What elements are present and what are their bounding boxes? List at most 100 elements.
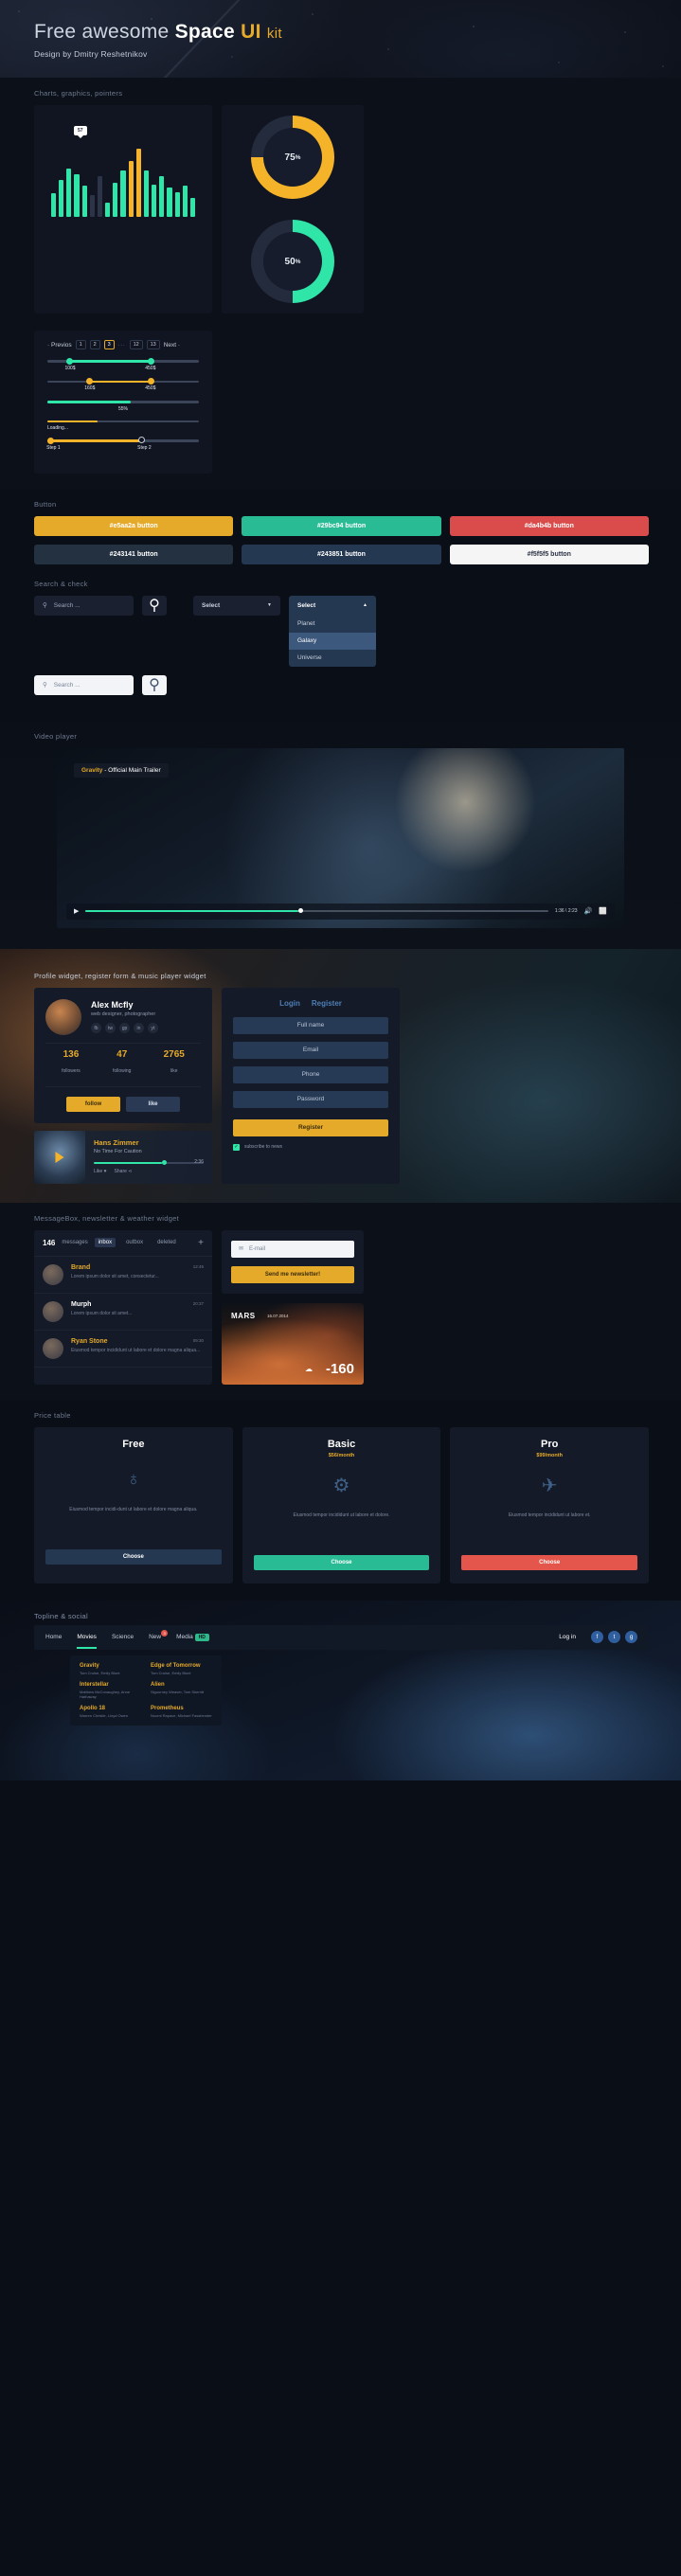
search-button-dark[interactable]: ⚲ [142,595,167,616]
button-4[interactable]: #243141 button [34,544,234,564]
fullscreen-icon[interactable]: ⬜ [599,907,607,915]
select-option-galaxy[interactable]: Galaxy [289,632,376,650]
button-3[interactable]: #da4b4b button [449,515,649,536]
field-password[interactable]: Password [233,1090,388,1108]
social-gp-icon[interactable]: gp [119,1023,130,1033]
dropdown-item[interactable]: Edge of Tomorrow Tom Cruise, Emily Blunt [151,1663,212,1675]
dropdown-item[interactable]: Gravity Tom Cruise, Emily Blunt [80,1663,141,1675]
page-12[interactable]: 12 [129,340,143,349]
search-input-light[interactable]: ⚲ Search ... [34,674,134,695]
tab-outbox[interactable]: outbox [122,1238,147,1247]
tab-login[interactable]: Login [279,999,300,1008]
choose-button[interactable]: Choose [45,1548,222,1565]
weather-temperature: -160 [325,1360,354,1377]
stat-likes: 2765 like [163,1048,185,1074]
range-slider-teal[interactable]: 100$ 450$ [47,357,199,372]
profile-social-links[interactable]: fb tw gp in yt [91,1023,158,1033]
donut-50-label: 50% [263,232,322,291]
tab-inbox[interactable]: inbox [94,1238,116,1247]
search-button-light[interactable]: ⚲ [142,674,167,695]
social-in-icon[interactable]: in [134,1023,144,1033]
message-item[interactable]: Murph Lorem ipsum dolor sit amet... 20:37 [34,1294,212,1331]
plus-icon[interactable]: + [198,1238,204,1248]
select-option-planet[interactable]: Planet [289,616,376,633]
social-links[interactable]: f t g [591,1631,637,1643]
dropdown-item[interactable]: Apollo 18 Warren Christie, Lloyd Owen [80,1706,141,1718]
movies-dropdown-menu[interactable]: Gravity Tom Cruise, Emily Blunt Edge of To… [70,1655,222,1726]
range-knob-right[interactable] [148,357,155,365]
music-share[interactable]: Share ⋖ [115,1169,133,1174]
social-tw-icon[interactable]: tw [105,1023,116,1033]
video-section-label: Video player [34,731,78,741]
range-yellow-knob-right[interactable] [148,378,155,385]
volume-icon[interactable]: 🔊 [584,907,593,915]
avatar [45,998,81,1035]
twitter-icon[interactable]: t [608,1631,620,1643]
nav-home[interactable]: Home [45,1634,62,1640]
choose-button[interactable]: Choose [253,1554,430,1570]
facebook-icon[interactable]: f [591,1631,603,1643]
choose-button[interactable]: Choose [461,1554,638,1570]
bar-6 [89,195,95,217]
select-option-universe[interactable]: Universe [289,650,376,667]
tab-deleted[interactable]: deleted [153,1238,180,1247]
music-player-widget[interactable]: Hans Zimmer No Time For Caution Like ♥ S… [34,1130,212,1184]
page-13[interactable]: 13 [146,340,160,349]
search-input-dark[interactable]: ⚲ Search ... [34,595,134,616]
nav-media[interactable]: Media HD [176,1634,209,1641]
video-controls[interactable]: ▶ 1:36 \ 2:23 🔊 ⬜ [66,903,615,920]
nav-science[interactable]: Science [112,1634,134,1640]
button-5[interactable]: #243851 button [242,544,441,564]
range-slider-yellow[interactable]: 160$ 450$ [47,378,199,393]
video-player[interactable]: Gravity - Official Main Trailer ▶ 1:36 \… [57,747,624,928]
field-email[interactable]: Email [233,1041,388,1059]
range-yellow-knob-left[interactable] [85,378,93,385]
subscribe-checkbox-row[interactable]: ✓ subscribe to news [233,1143,388,1151]
dropdown-item[interactable]: Interstellar Matthew McConaughey, Anne Ha… [80,1682,141,1699]
nav-new[interactable]: New 3 [149,1630,169,1640]
register-submit-button[interactable]: Register [233,1118,388,1136]
select-open[interactable]: Select ▲ Planet Galaxy Universe [289,595,376,667]
dropdown-item[interactable]: Alien Sigourney Weaver, Tom Skerritt [151,1682,212,1699]
page-3-active[interactable]: 3 [103,340,115,349]
like-button[interactable]: like [126,1096,180,1112]
dropdown-item[interactable]: Prometheus Noomi Rapace, Michael Fassbend… [151,1706,212,1718]
send-newsletter-button[interactable]: Send me newsletter! [231,1265,354,1283]
button-2[interactable]: #29bc94 button [242,515,441,536]
range-knob-left[interactable] [66,357,73,365]
nav-movies[interactable]: Movies [77,1634,97,1649]
video-scrubber[interactable] [298,908,304,914]
pagination-next[interactable]: Next · [164,342,180,349]
music-time: 2:36 [194,1158,204,1165]
video-progress[interactable] [85,908,548,914]
social-yt-icon[interactable]: yt [148,1023,158,1033]
select-open-header[interactable]: Select ▲ [289,596,376,616]
field-phone[interactable]: Phone [233,1065,388,1083]
play-icon[interactable] [55,1151,64,1163]
music-like[interactable]: Like ♥ [94,1169,107,1174]
googleplus-icon[interactable]: g [625,1631,637,1643]
select-closed[interactable]: Select ▼ [193,595,280,616]
login-link[interactable]: Log in [559,1634,576,1640]
music-progress[interactable] [94,1160,204,1165]
button-6[interactable]: #f5f5f5 button [449,544,649,564]
page-2[interactable]: 2 [89,340,100,349]
pagination-prev[interactable]: · Previos [47,342,72,349]
message-item[interactable]: Brand Lorem ipsum dolor sit amet, consect… [34,1257,212,1294]
page-1[interactable]: 1 [75,340,86,349]
pagination[interactable]: · Previos 1 2 3 ... 12 13 Next · [47,340,199,349]
step-knob-2[interactable] [138,437,145,444]
follow-button[interactable]: follow [66,1096,120,1112]
email-field[interactable]: ✉ E-mail [231,1240,354,1258]
message-item[interactable]: Ryan Stone Eiusmod tempor incididunt ut l… [34,1331,212,1368]
tab-register[interactable]: Register [312,999,342,1008]
movie-title: Apollo 18 [80,1705,106,1711]
step-knob-1[interactable] [47,437,54,444]
step-slider[interactable]: Step 1 Step 2 [46,437,199,452]
price-title: Free [122,1438,145,1450]
button-1[interactable]: #e5aa2a button [34,515,234,536]
checkbox-checked-icon[interactable]: ✓ [233,1143,240,1151]
social-fb-icon[interactable]: fb [91,1023,101,1033]
play-icon[interactable]: ▶ [74,907,79,915]
field-fullname[interactable]: Full name [233,1016,388,1034]
